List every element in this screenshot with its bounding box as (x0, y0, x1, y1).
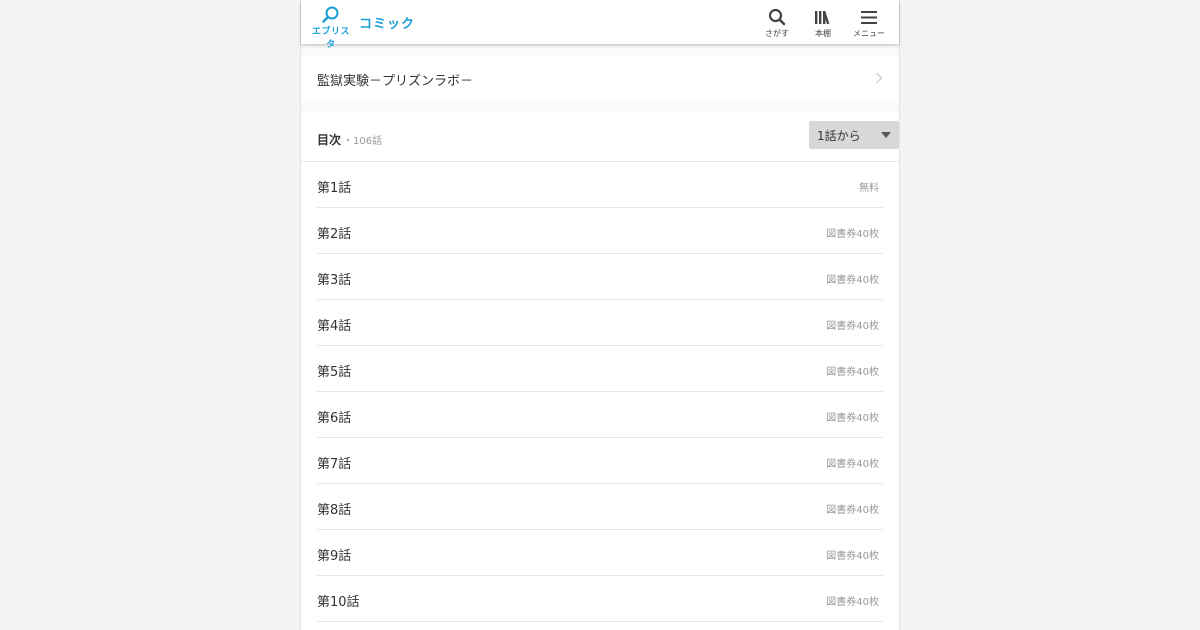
logo-magnifier-icon (322, 6, 339, 23)
episode-count: ・106話 (343, 136, 383, 147)
menu-button-label: メニュー (853, 29, 885, 38)
episode-item[interactable]: 第3話 図書券40枚 (317, 254, 883, 300)
episode-item[interactable]: 第6話 図書券40枚 (317, 392, 883, 438)
episode-item[interactable]: 第5話 図書券40枚 (317, 346, 883, 392)
episode-item[interactable]: 第1話 無料 (317, 162, 883, 208)
comic-page: エブリスタ コミック さがす 本棚 メニュー 監獄実験－プリズンラボ－ 目次 ・… (300, 0, 900, 630)
estar-logo[interactable]: エブリスタ (309, 6, 353, 50)
search-button[interactable]: さがす (755, 6, 799, 40)
episode-price: 図書券40枚 (826, 321, 879, 332)
episode-price: 図書券40枚 (826, 459, 879, 470)
episode-item[interactable]: 第2話 図書券40枚 (317, 208, 883, 254)
episode-price: 無料 (859, 183, 879, 194)
episode-name: 第1話 (317, 181, 352, 196)
episode-price: 図書券40枚 (826, 597, 879, 608)
table-of-contents: 目次 ・106話 1話から 第1話 無料 第2話 図書券40枚 第3話 図書券4… (301, 113, 899, 630)
episode-name: 第6話 (317, 411, 352, 426)
episode-name: 第10話 (317, 595, 360, 610)
chevron-right-icon (876, 72, 883, 84)
episode-item[interactable]: 第4話 図書券40枚 (317, 300, 883, 346)
service-name[interactable]: コミック (359, 13, 415, 32)
episode-item[interactable]: 第10話 図書券40枚 (317, 576, 883, 622)
search-button-label: さがす (765, 29, 789, 38)
sort-order-value: 1話から (817, 129, 861, 143)
logo-text: エブリスタ (311, 27, 350, 50)
bookshelf-icon (815, 11, 830, 25)
bookshelf-button[interactable]: 本棚 (801, 6, 845, 40)
episode-name: 第2話 (317, 227, 352, 242)
episode-item[interactable]: 第9話 図書券40枚 (317, 530, 883, 576)
episode-price: 図書券40枚 (826, 505, 879, 516)
episode-price: 図書券40枚 (826, 275, 879, 286)
toc-title: 目次 (317, 133, 342, 147)
episode-item[interactable]: 第7話 図書券40枚 (317, 438, 883, 484)
episode-price: 図書券40枚 (826, 413, 879, 424)
app-header: エブリスタ コミック さがす 本棚 メニュー (301, 0, 899, 50)
episode-name: 第7話 (317, 457, 352, 472)
work-title-link[interactable]: 監獄実験－プリズンラボ－ (301, 56, 899, 101)
episode-name: 第9話 (317, 549, 352, 564)
episode-item[interactable]: 第8話 図書券40枚 (317, 484, 883, 530)
episode-name: 第4話 (317, 319, 352, 334)
menu-icon (861, 11, 877, 24)
search-icon (768, 8, 786, 26)
episode-price: 図書券40枚 (826, 229, 879, 240)
menu-button[interactable]: メニュー (847, 6, 891, 40)
episode-price: 図書券40枚 (826, 367, 879, 378)
episode-name: 第8話 (317, 503, 352, 518)
episode-list: 第1話 無料 第2話 図書券40枚 第3話 図書券40枚 第4話 図書券40枚 … (317, 162, 883, 622)
bookshelf-button-label: 本棚 (815, 29, 831, 38)
episode-price: 図書券40枚 (826, 551, 879, 562)
episode-name: 第5話 (317, 365, 352, 380)
caret-down-icon (881, 132, 891, 138)
episode-name: 第3話 (317, 273, 352, 288)
toc-header: 目次 ・106話 1話から (301, 113, 899, 162)
work-title: 監獄実験－プリズンラボ－ (317, 74, 474, 89)
sort-order-select[interactable]: 1話から (809, 121, 899, 149)
